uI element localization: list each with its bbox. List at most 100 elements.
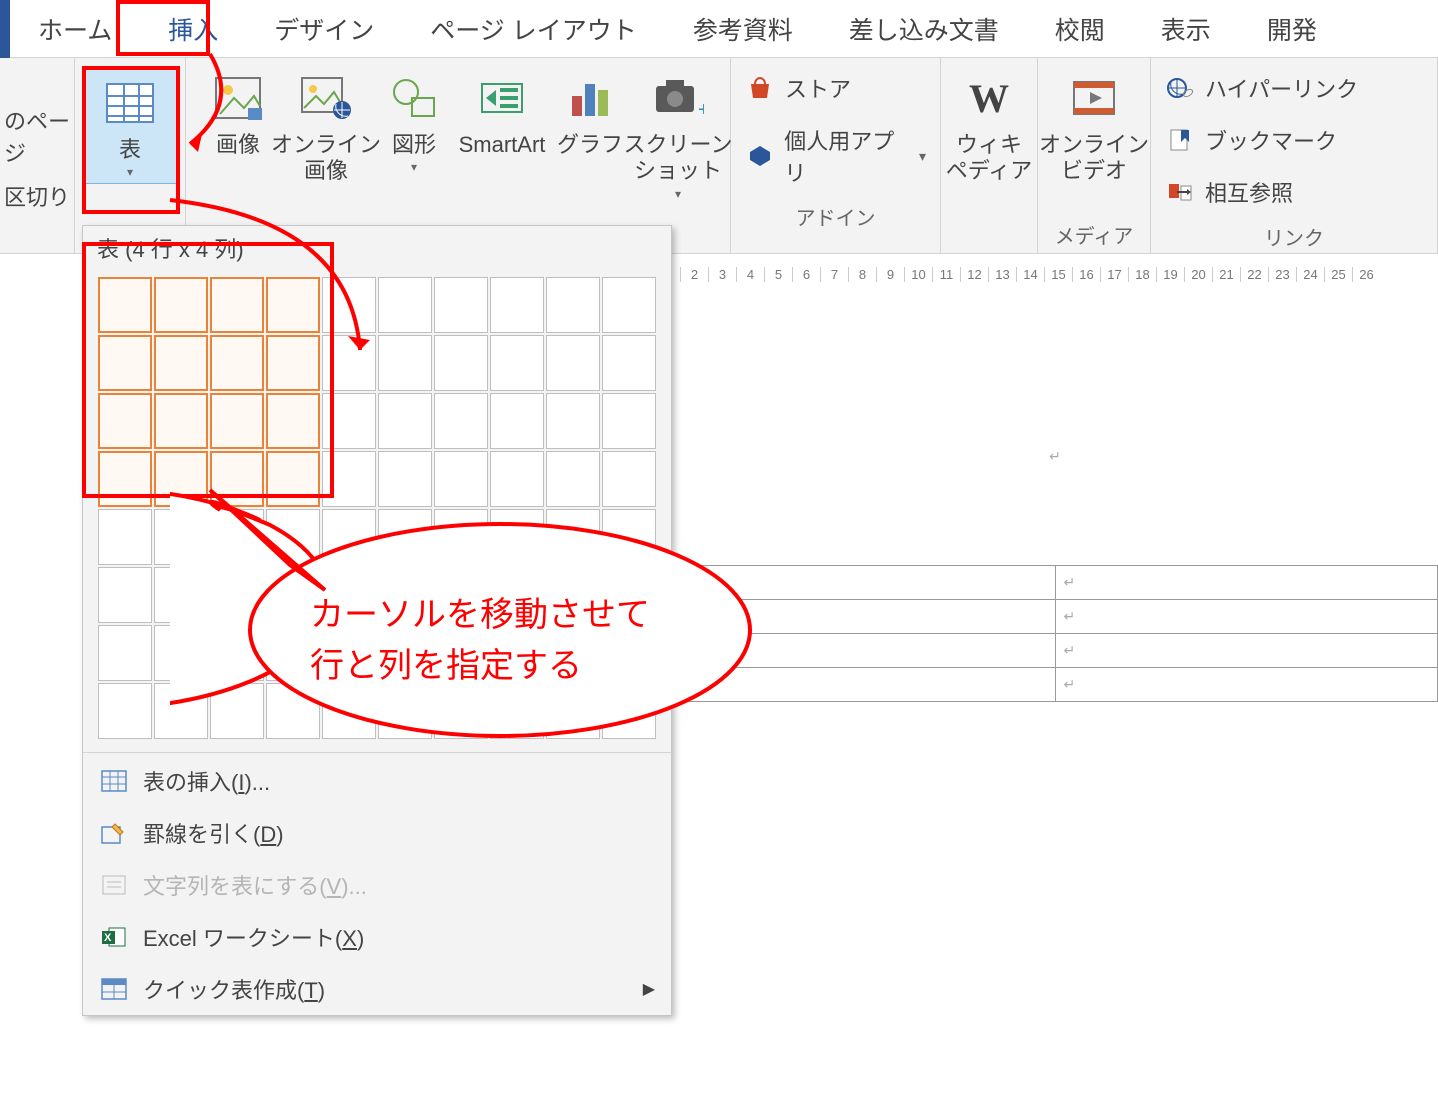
grid-cell[interactable] — [322, 277, 376, 333]
grid-cell[interactable] — [98, 625, 152, 681]
ruler-tick: 25 — [1324, 267, 1352, 282]
grid-cell[interactable] — [546, 393, 600, 449]
ruler-tick: 8 — [848, 267, 876, 282]
images-button[interactable]: 画像 — [194, 66, 282, 158]
online-images-button[interactable]: オンライン 画像 — [282, 66, 370, 185]
menu-draw-table[interactable]: 罫線を引く(D) — [83, 807, 671, 859]
myapps-button[interactable]: 個人用アプリ ▾ — [745, 124, 926, 188]
grid-cell[interactable] — [602, 277, 656, 333]
tab-design[interactable]: デザイン — [246, 11, 402, 47]
ruler-tick: 10 — [904, 267, 932, 282]
preview-cell[interactable]: ↵ — [1055, 668, 1438, 702]
tab-layout[interactable]: ページ レイアウト — [402, 11, 664, 47]
smartart-button[interactable]: SmartArt — [458, 66, 546, 158]
grid-cell[interactable] — [98, 567, 152, 623]
menu-quick-tables-label: クイック表作成(T) — [143, 973, 325, 1005]
grid-cell[interactable] — [154, 335, 208, 391]
grid-cell[interactable] — [154, 277, 208, 333]
grid-cell[interactable] — [154, 393, 208, 449]
chart-button[interactable]: グラフ — [546, 66, 634, 158]
grid-cell[interactable] — [98, 451, 152, 507]
menu-excel-sheet[interactable]: X Excel ワークシート(X) — [83, 911, 671, 963]
store-button[interactable]: ストア — [745, 72, 926, 104]
insert-table-icon — [99, 768, 129, 794]
grid-cell[interactable] — [266, 393, 320, 449]
grid-cell[interactable] — [602, 335, 656, 391]
grid-cell[interactable] — [98, 683, 152, 739]
shapes-icon — [384, 70, 444, 126]
tab-insert[interactable]: 挿入 — [140, 11, 246, 47]
screenshot-icon: + — [648, 70, 708, 126]
ruler-tick: 16 — [1072, 267, 1100, 282]
grid-cell[interactable] — [378, 393, 432, 449]
hyperlink-button[interactable]: ハイパーリンク — [1165, 72, 1423, 104]
ribbon-tabs: ホーム 挿入 デザイン ページ レイアウト 参考資料 差し込み文書 校閲 表示 … — [0, 0, 1438, 58]
chevron-right-icon: ▶ — [643, 979, 655, 999]
ruler-tick: 12 — [960, 267, 988, 282]
grid-cell[interactable] — [434, 277, 488, 333]
preview-cell[interactable]: ↵ — [1055, 634, 1438, 668]
bookmark-icon — [1165, 127, 1195, 153]
horizontal-ruler[interactable]: 2345678910111213141516171819202122232425… — [672, 254, 1438, 282]
quick-tables-icon — [99, 976, 129, 1002]
annotation-callout-text: カーソルを移動させて 行と列を指定する — [310, 590, 650, 692]
ruler-tick: 11 — [932, 267, 960, 282]
menu-separator — [83, 752, 671, 753]
tab-developer[interactable]: 開発 — [1239, 11, 1345, 47]
preview-table: ↵↵↵↵↵↵↵↵ — [672, 565, 1438, 702]
page[interactable]: ↵ ↵↵↵↵↵↵↵↵ — [672, 288, 1438, 888]
grid-cell[interactable] — [210, 335, 264, 391]
grid-cell[interactable] — [98, 335, 152, 391]
grid-cell[interactable] — [266, 277, 320, 333]
grid-cell[interactable] — [546, 335, 600, 391]
grid-cell[interactable] — [490, 277, 544, 333]
shapes-button[interactable]: 図形 ▾ — [370, 66, 458, 174]
grid-cell[interactable] — [322, 393, 376, 449]
table-button[interactable]: 表 ▾ — [83, 66, 177, 184]
grid-cell[interactable] — [210, 393, 264, 449]
grid-cell[interactable] — [266, 335, 320, 391]
tab-home[interactable]: ホーム — [10, 11, 140, 47]
table-button-label: 表 — [119, 137, 141, 163]
tab-mailings[interactable]: 差し込み文書 — [821, 11, 1027, 47]
preview-cell[interactable]: ↵ — [1055, 600, 1438, 634]
group-label-links: リンク — [1151, 222, 1437, 255]
ruler-tick: 9 — [876, 267, 904, 282]
preview-cell[interactable]: ↵ — [1055, 566, 1438, 600]
grid-cell[interactable] — [378, 335, 432, 391]
grid-cell[interactable] — [434, 393, 488, 449]
grid-cell[interactable] — [378, 277, 432, 333]
bookmark-button[interactable]: ブックマーク — [1165, 124, 1423, 156]
crossref-button[interactable]: 相互参照 — [1165, 176, 1423, 208]
tab-review[interactable]: 校閲 — [1027, 11, 1133, 47]
grid-cell[interactable] — [546, 277, 600, 333]
grid-cell[interactable] — [98, 393, 152, 449]
grid-cell[interactable] — [98, 277, 152, 333]
draw-table-icon — [99, 820, 129, 846]
grid-cell[interactable] — [490, 335, 544, 391]
ruler-tick: 2 — [680, 267, 708, 282]
tab-view[interactable]: 表示 — [1133, 11, 1239, 47]
menu-insert-table[interactable]: 表の挿入(I)... — [83, 755, 671, 807]
screenshot-button[interactable]: + スクリーン ショット ▾ — [634, 66, 722, 201]
grid-cell[interactable] — [602, 393, 656, 449]
menu-quick-tables[interactable]: クイック表作成(T) ▶ — [83, 963, 671, 1015]
ruler-tick: 19 — [1156, 267, 1184, 282]
ruler-tick: 23 — [1268, 267, 1296, 282]
group-tables: 表 ▾ — [75, 58, 186, 253]
grid-cell[interactable] — [490, 393, 544, 449]
online-video-button-label: オンライン ビデオ — [1039, 132, 1149, 185]
online-video-button[interactable]: オンライン ビデオ — [1046, 66, 1142, 185]
file-tab-stub[interactable] — [0, 0, 10, 58]
grid-cell[interactable] — [98, 509, 152, 565]
hyperlink-button-label: ハイパーリンク — [1205, 72, 1358, 104]
chart-button-label: グラフ — [557, 132, 623, 158]
grid-cell[interactable] — [210, 277, 264, 333]
grid-cell[interactable] — [434, 335, 488, 391]
wikipedia-button[interactable]: W ウィキ ペディア — [949, 66, 1029, 185]
group-media: オンライン ビデオ メディア — [1038, 58, 1151, 253]
menu-convert-text-label: 文字列を表にする(V)... — [143, 869, 367, 901]
tab-references[interactable]: 参考資料 — [665, 11, 821, 47]
group-addins: ストア 個人用アプリ ▾ アドイン — [731, 58, 941, 253]
grid-cell[interactable] — [322, 335, 376, 391]
